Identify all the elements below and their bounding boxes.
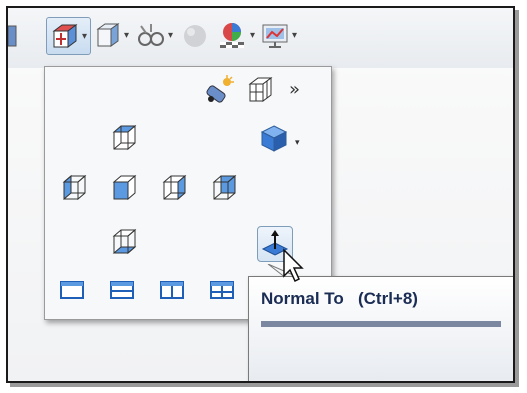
edit-appearance-icon	[184, 25, 206, 47]
top-view-icon[interactable]	[109, 123, 139, 153]
left-view-icon[interactable]	[59, 173, 89, 203]
window-frame: ▾ ▾ ▾ ▾ ▾ » ▾ Normal To (Ctrl+8)	[6, 6, 515, 383]
back-view-icon[interactable]	[209, 173, 239, 203]
view-cube-icon[interactable]	[259, 123, 289, 153]
mouse-cursor-icon	[283, 248, 304, 283]
chevron-down-icon: ▾	[292, 29, 298, 41]
tooltip: Normal To (Ctrl+8)	[248, 276, 513, 381]
chevron-down-icon[interactable]: ▾	[295, 137, 300, 148]
front-view-icon[interactable]	[109, 173, 139, 203]
right-view-icon[interactable]	[159, 173, 189, 203]
partial-icon	[8, 25, 17, 47]
more-icon[interactable]: »	[289, 79, 300, 100]
tooltip-description-cutoff	[261, 321, 501, 327]
view-selector-icon[interactable]	[245, 75, 275, 105]
tooltip-title: Normal To	[261, 289, 344, 308]
display-style-icon	[96, 23, 120, 47]
apply-scene-icon	[220, 23, 244, 48]
chevron-down-icon: ▾	[250, 29, 256, 41]
view-orientation-icon	[52, 24, 78, 48]
view-settings-icon	[262, 24, 288, 48]
bottom-view-icon[interactable]	[109, 227, 139, 257]
single-view-icon[interactable]	[59, 279, 85, 301]
heads-up-toolbar: ▾ ▾ ▾ ▾ ▾	[8, 8, 513, 68]
two-view-horizontal-icon[interactable]	[109, 279, 135, 301]
tooltip-title-row: Normal To (Ctrl+8)	[261, 289, 418, 309]
view-orientation-button[interactable]: ▾	[46, 17, 92, 55]
hide-show-button[interactable]: ▾	[136, 18, 173, 52]
chevron-down-icon: ▾	[82, 30, 88, 42]
view-settings-button[interactable]: ▾	[260, 18, 297, 52]
tooltip-shortcut: (Ctrl+8)	[357, 289, 418, 308]
two-view-vertical-icon[interactable]	[159, 279, 185, 301]
display-style-button[interactable]: ▾	[92, 18, 129, 52]
four-view-icon[interactable]	[209, 279, 235, 301]
chevron-down-icon: ▾	[168, 29, 174, 41]
edit-appearance-button[interactable]	[180, 18, 210, 52]
apply-scene-button[interactable]: ▾	[216, 18, 255, 52]
hide-show-icon	[138, 24, 164, 46]
new-view-icon[interactable]	[203, 75, 235, 105]
partial-toolbar-button[interactable]	[8, 18, 20, 52]
chevron-down-icon: ▾	[124, 29, 130, 41]
